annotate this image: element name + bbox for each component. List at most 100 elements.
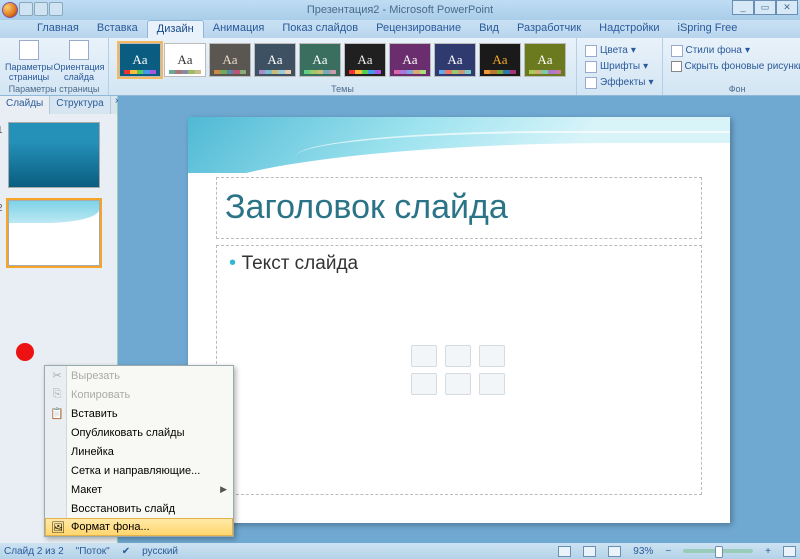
view-sorter-icon[interactable] [583,546,596,557]
ctx-item-8[interactable]: 🖼Формат фона... [45,518,233,536]
ctx-item-6[interactable]: Макет▶ [45,480,233,499]
window-controls: _ ▭ ✕ [732,0,798,15]
page-params-button[interactable]: Параметры страницы [4,40,54,82]
theme-swatch-0[interactable]: Aa [119,43,161,77]
content-placeholder-icons [411,345,507,395]
ribbon-tab-5[interactable]: Рецензирование [367,20,470,38]
background-styles-button[interactable]: Стили фона ▾ [671,43,800,58]
ctx-icon [49,482,65,498]
ctx-icon: 📋 [49,406,65,422]
slide-thumb-2[interactable]: 2 [8,200,100,266]
effects-icon [585,77,597,89]
annotation-dot [16,343,34,361]
tab-slides[interactable]: Слайды [0,96,50,114]
theme-swatch-4[interactable]: Aa [299,43,341,77]
smartart-icon[interactable] [479,345,505,367]
ribbon-group-theme-options: Цвета ▾ Шрифты ▾ Эффекты ▾ [577,38,663,95]
colors-icon [585,45,597,57]
zoom-level[interactable]: 93% [633,546,653,557]
ctx-icon: 🖼 [50,519,66,535]
ctx-item-2[interactable]: 📋Вставить [45,404,233,423]
zoom-slider[interactable] [683,549,753,553]
panel-tabs: Слайды Структура × [0,96,117,114]
ribbon-tab-0[interactable]: Главная [28,20,88,38]
theme-name: "Поток" [76,546,110,557]
minimize-button[interactable]: _ [732,0,754,15]
maximize-button[interactable]: ▭ [754,0,776,15]
ribbon-group-background: Стили фона ▾ Скрыть фоновые рисунки Фон [663,38,800,95]
office-orb-icon[interactable] [2,2,18,18]
ctx-item-4[interactable]: Линейка [45,442,233,461]
theme-swatch-1[interactable]: Aa [164,43,206,77]
quick-access-toolbar [2,2,63,18]
orientation-icon [69,40,89,60]
view-normal-icon[interactable] [558,546,571,557]
qat-save-icon[interactable] [19,2,33,16]
body-placeholder[interactable]: Текст слайда [216,245,702,495]
ctx-item-5[interactable]: Сетка и направляющие... [45,461,233,480]
qat-redo-icon[interactable] [49,2,63,16]
window-title: Презентация2 - Microsoft PowerPoint [307,4,493,16]
ctx-icon: ✂ [49,368,65,384]
ctx-icon [49,444,65,460]
fit-window-icon[interactable] [783,546,796,557]
spellcheck-icon[interactable]: ✔ [122,546,130,557]
theme-swatch-2[interactable]: Aa [209,43,251,77]
theme-swatch-3[interactable]: Aa [254,43,296,77]
theme-swatch-5[interactable]: Aa [344,43,386,77]
slide-thumb-1[interactable]: 1 [8,122,100,188]
theme-swatch-8[interactable]: Aa [479,43,521,77]
ribbon-tab-7[interactable]: Разработчик [508,20,590,38]
ribbon-tab-9[interactable]: iSpring Free [669,20,747,38]
group-label: Фон [663,84,800,94]
ribbon-tab-8[interactable]: Надстройки [590,20,668,38]
ribbon-tab-1[interactable]: Вставка [88,20,147,38]
slide-counter: Слайд 2 из 2 [4,546,64,557]
chart-icon[interactable] [445,345,471,367]
slide-thumbnails: 1 2 [0,114,117,274]
orientation-button[interactable]: Ориентация слайда [54,40,104,82]
ctx-icon: ⎘ [49,387,65,403]
theme-swatch-6[interactable]: Aa [389,43,431,77]
ctx-item-3[interactable]: Опубликовать слайды [45,423,233,442]
theme-swatch-7[interactable]: Aa [434,43,476,77]
ribbon-group-themes: AaAaAaAaAaAaAaAaAaAa Темы [109,38,577,95]
ctx-item-7[interactable]: Восстановить слайд [45,499,233,518]
ctx-item-1: ⎘Копировать [45,385,233,404]
ctx-icon [49,463,65,479]
bg-styles-icon [671,45,683,57]
ribbon: Параметры страницы Ориентация слайда Пар… [0,38,800,96]
group-label: Темы [109,84,576,94]
title-bar: Презентация2 - Microsoft PowerPoint _ ▭ … [0,0,800,20]
theme-effects-button[interactable]: Эффекты ▾ [585,75,654,90]
ribbon-tab-2[interactable]: Дизайн [147,20,204,38]
qat-undo-icon[interactable] [34,2,48,16]
table-icon[interactable] [411,345,437,367]
ribbon-tab-3[interactable]: Анимация [204,20,274,38]
slide-decoration [188,117,730,173]
page-setup-icon [19,40,39,60]
ribbon-tab-6[interactable]: Вид [470,20,508,38]
view-slideshow-icon[interactable] [608,546,621,557]
ribbon-tab-4[interactable]: Показ слайдов [273,20,367,38]
ribbon-tabs: ГлавнаяВставкаДизайнАнимацияПоказ слайдо… [0,20,800,38]
clipart-icon[interactable] [445,373,471,395]
title-placeholder[interactable]: Заголовок слайда [216,177,702,239]
checkbox-icon [671,61,682,72]
context-menu: ✂Вырезать⎘Копировать📋ВставитьОпубликоват… [44,365,234,537]
zoom-out-icon[interactable]: − [665,546,671,557]
hide-bg-checkbox[interactable]: Скрыть фоновые рисунки [671,59,800,74]
slide-canvas: Заголовок слайда Текст слайда [188,117,730,523]
tab-outline[interactable]: Структура [50,96,110,114]
close-button[interactable]: ✕ [776,0,798,15]
group-label: Параметры страницы [0,84,108,94]
theme-swatch-9[interactable]: Aa [524,43,566,77]
ribbon-group-page: Параметры страницы Ориентация слайда Пар… [0,38,109,95]
zoom-in-icon[interactable]: + [765,546,771,557]
fonts-icon [585,61,597,73]
language-label[interactable]: русский [142,546,178,557]
picture-icon[interactable] [411,373,437,395]
theme-fonts-button[interactable]: Шрифты ▾ [585,59,654,74]
theme-colors-button[interactable]: Цвета ▾ [585,43,654,58]
media-icon[interactable] [479,373,505,395]
